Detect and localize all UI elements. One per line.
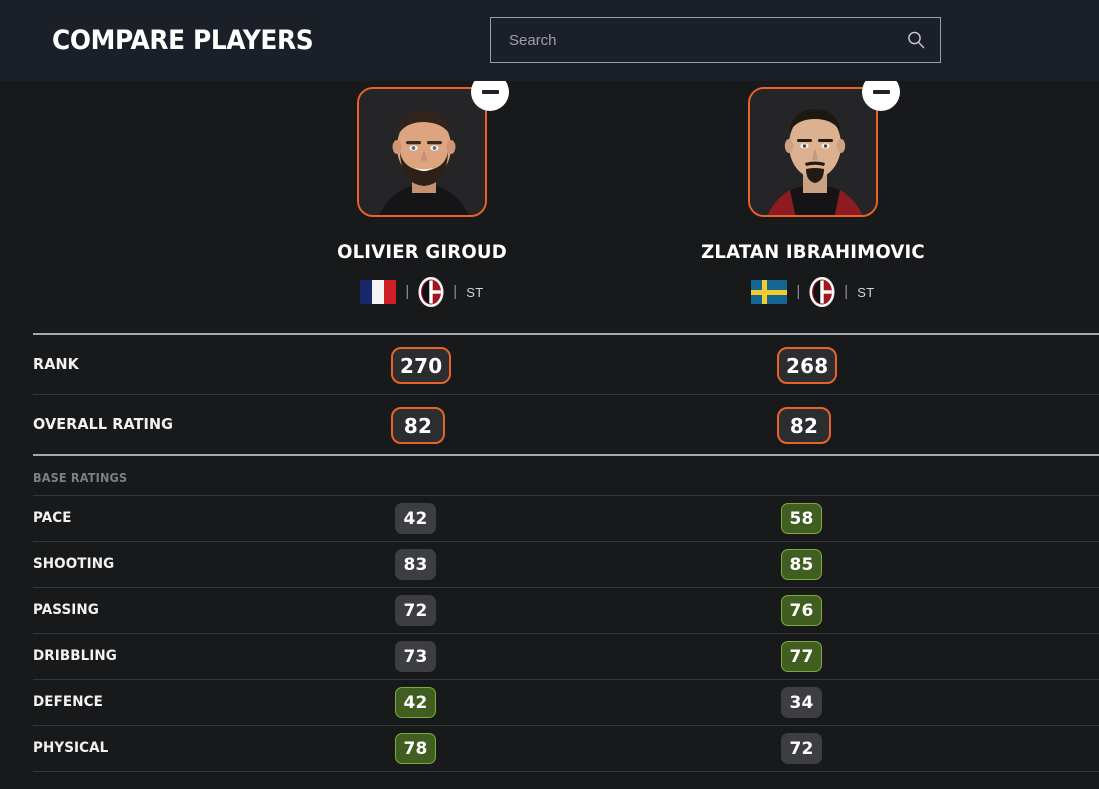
stat-value: 83 — [395, 549, 436, 580]
stat-label: DEFENCE — [33, 694, 103, 710]
search-icon[interactable] — [906, 30, 926, 50]
stat-label: OVERALL RATING — [33, 415, 174, 433]
table-row: SHOOTING 83 85 — [0, 542, 1099, 587]
row-divider — [33, 771, 1099, 772]
players-row: OLIVIER GIROUD | | ST ZLATAN IBRAHIMOVIC… — [0, 81, 1099, 331]
player-meta: | | ST — [673, 277, 953, 307]
stats-table: RANK 270 268 OVERALL RATING 82 82 BASE R… — [0, 333, 1099, 772]
search-input[interactable] — [509, 31, 906, 49]
stat-value: 72 — [781, 733, 822, 764]
stat-value: 85 — [781, 549, 822, 580]
player-card: OLIVIER GIROUD | | ST — [282, 81, 562, 307]
avatar — [748, 87, 878, 217]
section-title: BASE RATINGS — [33, 470, 128, 485]
ac-milan-crest — [809, 277, 835, 307]
zlatan-ibrahimovic-portrait — [750, 89, 876, 215]
stat-label: PACE — [33, 510, 72, 526]
stat-value: 58 — [781, 503, 822, 534]
player-meta: | | ST — [282, 277, 562, 307]
meta-separator: | — [796, 283, 801, 300]
stat-value: 42 — [395, 503, 436, 534]
compare-content: OLIVIER GIROUD | | ST ZLATAN IBRAHIMOVIC… — [0, 81, 1099, 789]
stat-label: PASSING — [33, 602, 99, 618]
table-row: PHYSICAL 78 72 — [0, 726, 1099, 771]
player-position: ST — [466, 284, 484, 300]
player-position: ST — [857, 284, 875, 300]
france-flag — [360, 280, 397, 304]
table-row: DRIBBLING 73 77 — [0, 634, 1099, 679]
stat-value: 82 — [777, 407, 831, 444]
stat-value: 76 — [781, 595, 822, 626]
table-row: OVERALL RATING 82 82 — [0, 395, 1099, 454]
stat-value: 268 — [777, 347, 838, 384]
olivier-giroud-portrait — [359, 89, 485, 215]
ac-milan-crest — [418, 277, 444, 307]
avatar — [357, 87, 487, 217]
table-row: PACE 42 58 — [0, 496, 1099, 541]
minus-icon — [872, 90, 890, 94]
minus-icon — [481, 90, 499, 94]
stat-value: 82 — [391, 407, 445, 444]
meta-separator: | — [844, 283, 849, 300]
stat-value: 270 — [391, 347, 452, 384]
table-row: DEFENCE 42 34 — [0, 680, 1099, 725]
stat-label: DRIBBLING — [33, 648, 117, 664]
stat-value: 72 — [395, 595, 436, 626]
stat-label: PHYSICAL — [33, 740, 109, 756]
player-name: OLIVIER GIROUD — [337, 241, 507, 263]
player-name: ZLATAN IBRAHIMOVIC — [701, 241, 925, 263]
stat-value: 77 — [781, 641, 822, 672]
table-row: RANK 270 268 — [0, 335, 1099, 394]
player-avatar-holder — [357, 81, 509, 217]
table-row: PASSING 72 76 — [0, 588, 1099, 633]
meta-separator: | — [405, 283, 410, 300]
page-title: COMPARE PLAYERS — [52, 25, 314, 56]
stat-value: 34 — [781, 687, 822, 718]
meta-separator: | — [453, 283, 458, 300]
sweden-flag — [751, 280, 788, 304]
player-card: ZLATAN IBRAHIMOVIC | | ST — [673, 81, 953, 307]
stat-label: SHOOTING — [33, 556, 115, 572]
app-header: COMPARE PLAYERS — [0, 0, 1099, 81]
stat-value: 78 — [395, 733, 436, 764]
section-header: BASE RATINGS — [0, 456, 1099, 495]
search-box[interactable] — [490, 17, 941, 63]
stat-value: 42 — [395, 687, 436, 718]
player-avatar-holder — [748, 81, 900, 217]
stat-value: 73 — [395, 641, 436, 672]
stat-label: RANK — [33, 355, 79, 373]
